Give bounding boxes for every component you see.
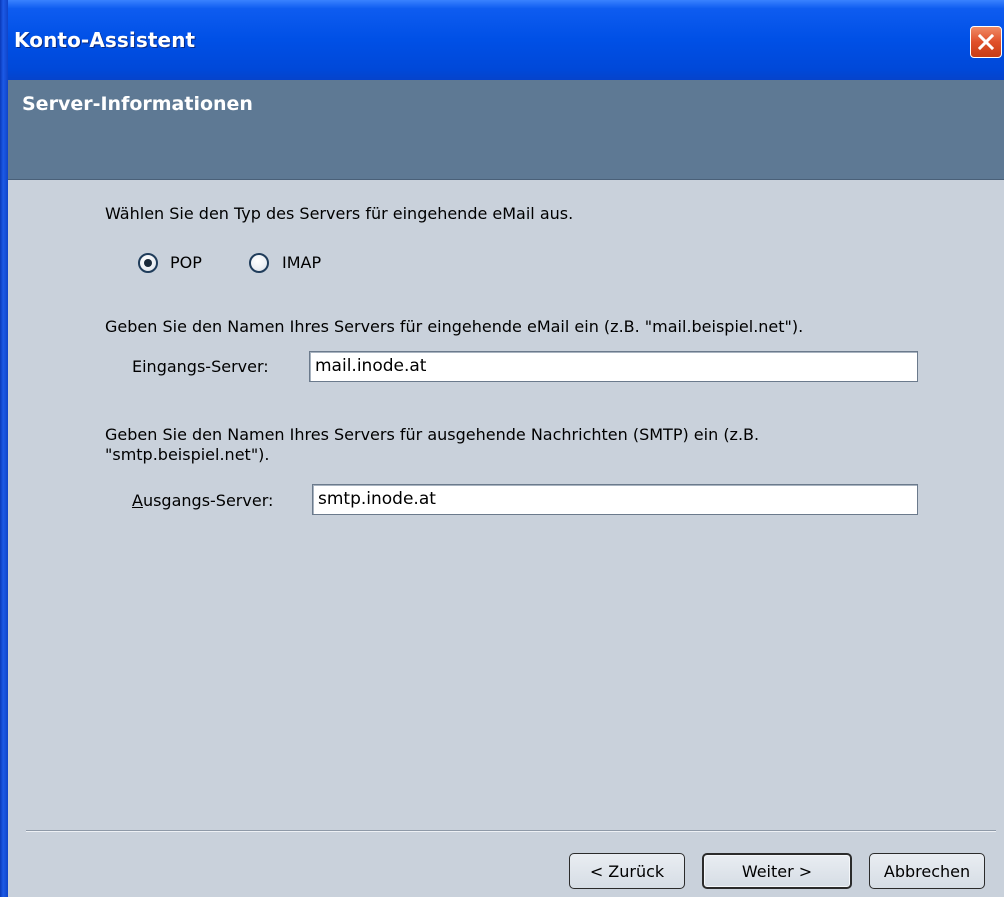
account-wizard-window: Konto-Assistent Server-Informationen Wäh… <box>0 0 1004 897</box>
cancel-button[interactable]: Abbrechen <box>869 853 985 889</box>
title-bar[interactable]: Konto-Assistent <box>0 0 1004 88</box>
incoming-server-input[interactable]: mail.inode.at <box>309 351 918 382</box>
pop-radio-label[interactable]: POP <box>170 253 202 272</box>
close-icon <box>977 33 995 51</box>
outgoing-server-label-rest: usgangs-Server: <box>142 491 274 510</box>
outgoing-server-input[interactable]: smtp.inode.at <box>312 484 918 515</box>
close-button[interactable] <box>970 26 1002 58</box>
wizard-page-title: Server-Informationen <box>22 93 253 115</box>
imap-radio[interactable] <box>249 253 269 273</box>
window-frame-left <box>0 0 8 897</box>
outgoing-server-label-accesskey: A <box>132 491 143 510</box>
outgoing-server-label: Ausgangs-Server: <box>132 491 273 510</box>
wizard-header: Server-Informationen <box>8 80 1004 180</box>
next-button[interactable]: Weiter > <box>702 853 852 889</box>
wizard-content: Wählen Sie den Typ des Servers für einge… <box>8 180 1004 897</box>
back-button[interactable]: < Zurück <box>569 853 685 889</box>
imap-radio-label[interactable]: IMAP <box>282 253 321 272</box>
outgoing-server-prompt-line2: "smtp.beispiel.net"). <box>105 445 270 464</box>
pop-radio[interactable] <box>138 253 158 273</box>
incoming-server-label: Eingangs-Server: <box>132 357 269 376</box>
incoming-server-prompt: Geben Sie den Namen Ihres Servers für ei… <box>105 317 804 336</box>
window-title: Konto-Assistent <box>14 28 196 52</box>
button-separator <box>26 830 996 832</box>
server-type-prompt: Wählen Sie den Typ des Servers für einge… <box>105 204 574 223</box>
outgoing-server-prompt-line1: Geben Sie den Namen Ihres Servers für au… <box>105 425 760 444</box>
